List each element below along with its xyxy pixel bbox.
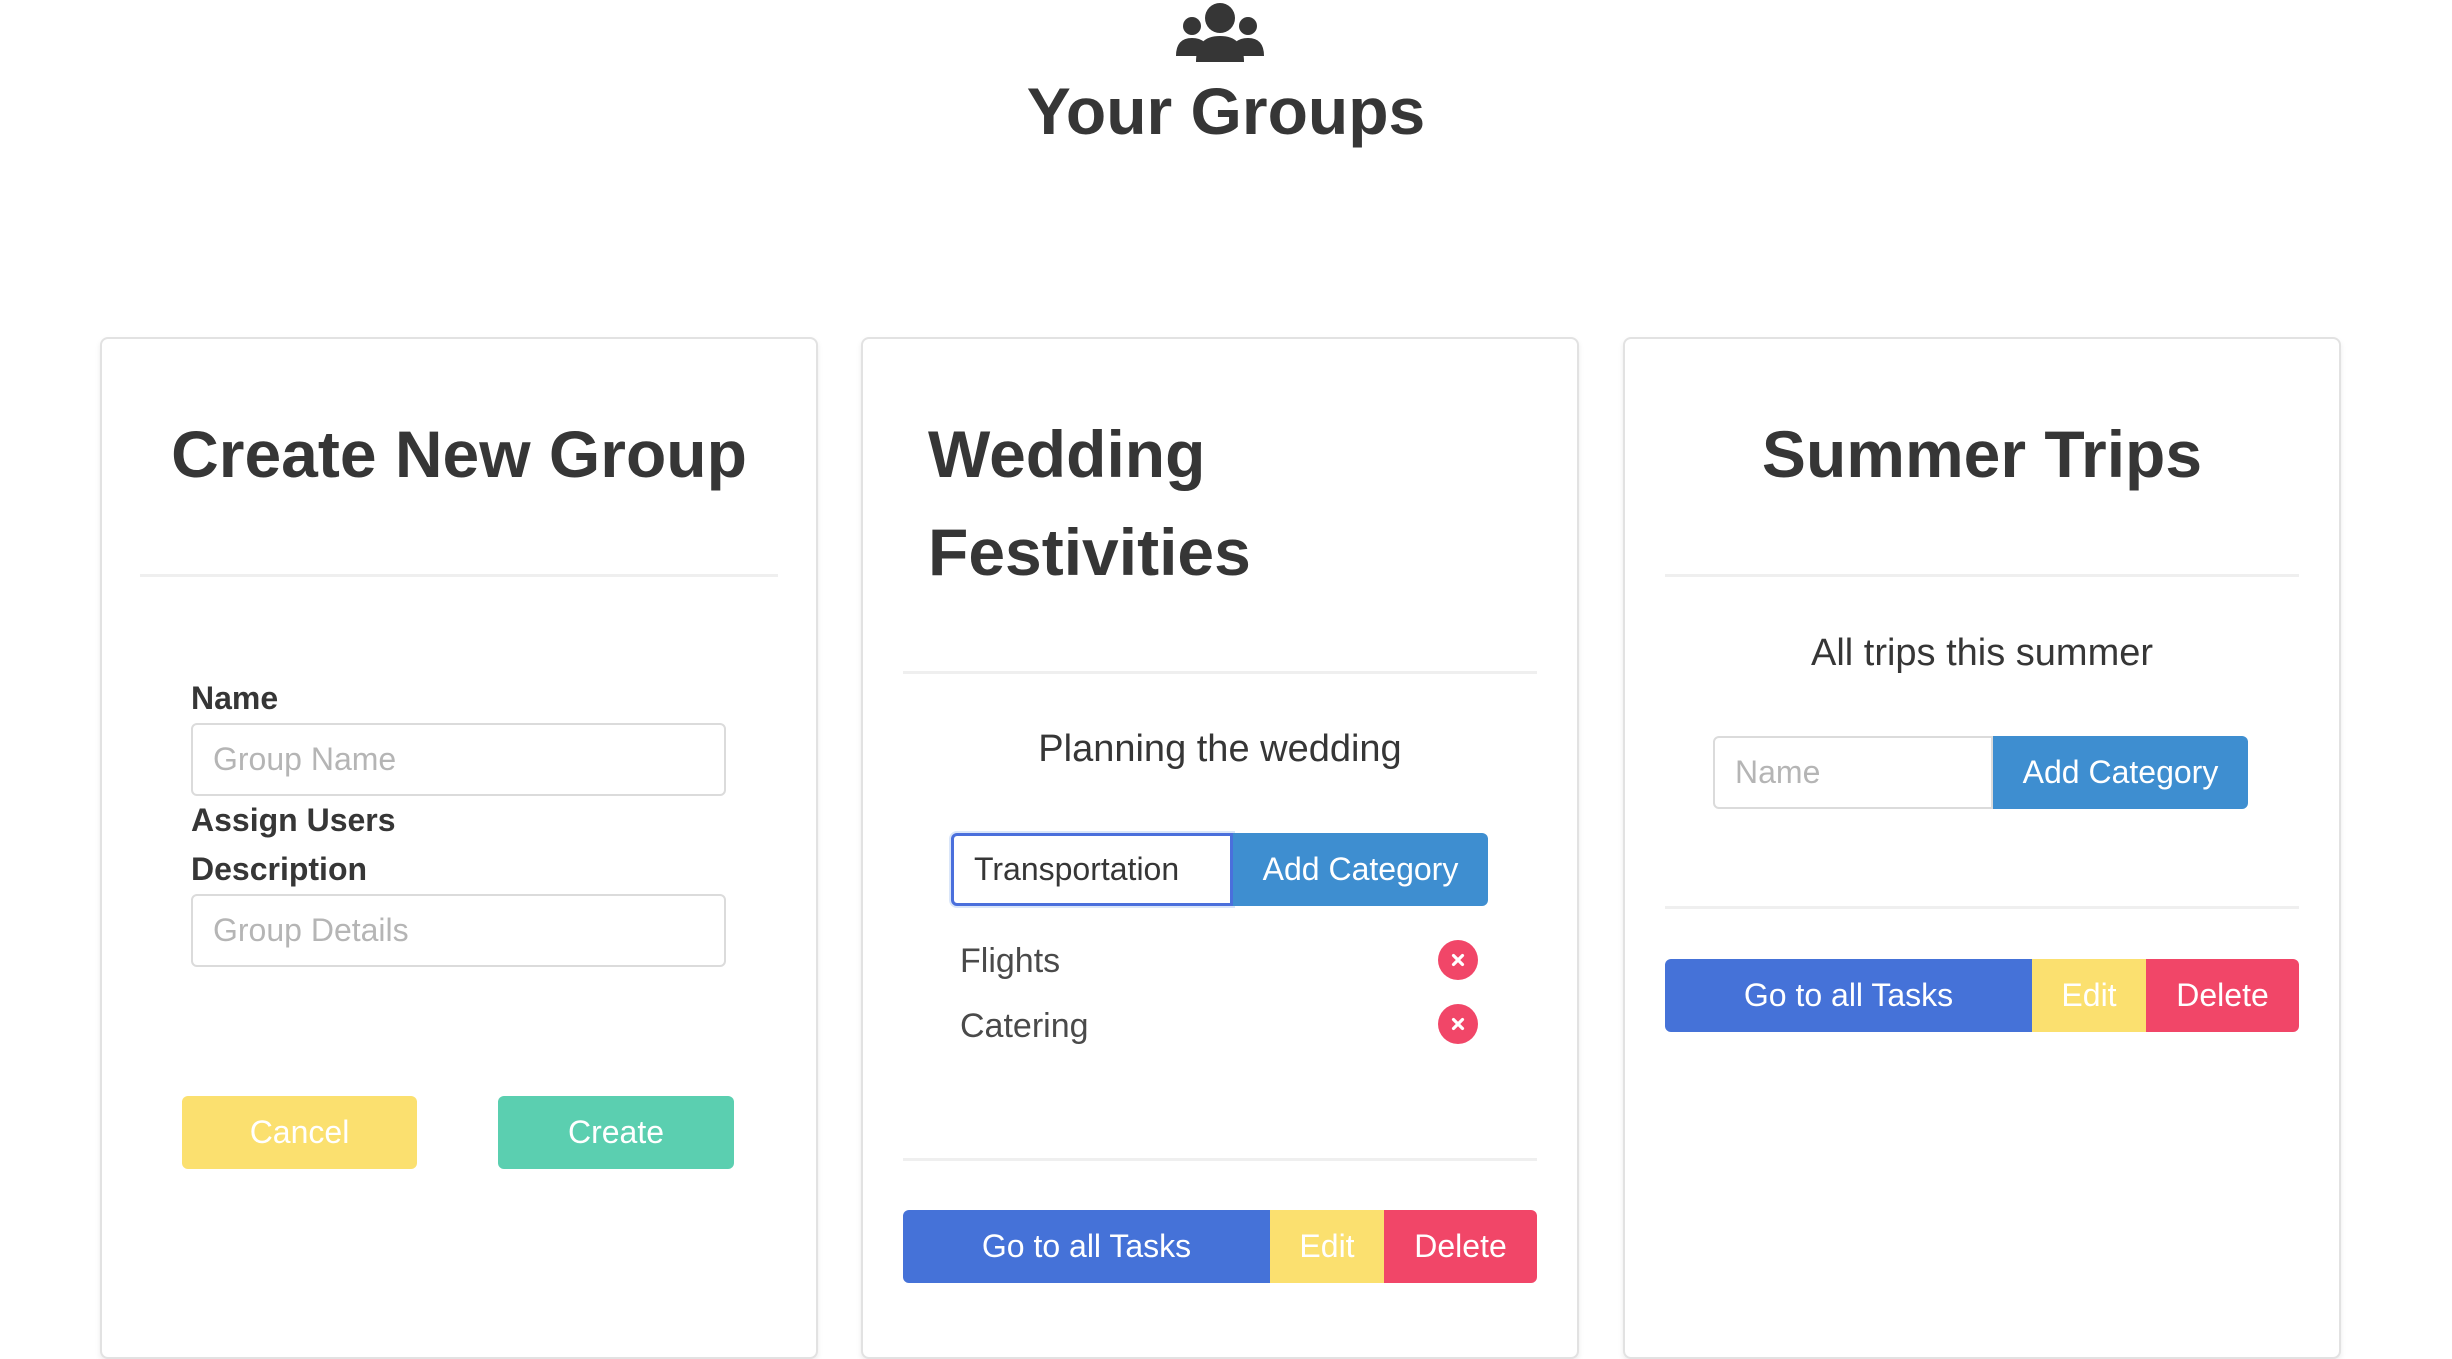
group-details-input[interactable]: Group Details xyxy=(191,894,726,967)
divider xyxy=(903,1158,1537,1161)
edit-button[interactable]: Edit xyxy=(2032,959,2146,1032)
category-item-catering: Catering xyxy=(960,1007,1089,1045)
page-title: Your Groups xyxy=(1026,74,1426,148)
category-item-flights: Flights xyxy=(960,942,1061,980)
go-to-tasks-button[interactable]: Go to all Tasks xyxy=(1665,959,2032,1032)
group-description: All trips this summer xyxy=(1810,632,2154,674)
group-title: Summer Trips xyxy=(1761,417,2203,491)
delete-category-icon[interactable] xyxy=(1438,940,1478,980)
delete-button[interactable]: Delete xyxy=(1384,1210,1537,1283)
go-to-tasks-button[interactable]: Go to all Tasks xyxy=(903,1210,1270,1283)
group-name-input[interactable]: Group Name xyxy=(191,723,726,796)
category-input[interactable]: Transportation xyxy=(951,833,1233,906)
delete-button[interactable]: Delete xyxy=(2146,959,2299,1032)
group-title-line1: Wedding xyxy=(928,417,1206,491)
group-title-line2: Festivities xyxy=(928,515,1251,589)
group-description: Planning the wedding xyxy=(1038,728,1402,770)
assign-users-label: Assign Users xyxy=(191,802,396,838)
add-category-button[interactable]: Add Category xyxy=(1233,833,1488,906)
description-label: Description xyxy=(191,851,368,887)
divider xyxy=(1665,906,2299,909)
divider xyxy=(903,671,1537,674)
add-category-button[interactable]: Add Category xyxy=(1993,736,2248,809)
divider xyxy=(140,574,778,577)
divider xyxy=(1665,574,2299,577)
cancel-button[interactable]: Cancel xyxy=(182,1096,417,1169)
create-button[interactable]: Create xyxy=(498,1096,734,1169)
name-label: Name xyxy=(191,680,279,716)
delete-category-icon[interactable] xyxy=(1438,1004,1478,1044)
users-icon xyxy=(1176,0,1264,66)
category-name-input[interactable]: Name xyxy=(1713,736,1993,809)
create-group-title: Create New Group xyxy=(171,417,747,491)
edit-button[interactable]: Edit xyxy=(1270,1210,1384,1283)
